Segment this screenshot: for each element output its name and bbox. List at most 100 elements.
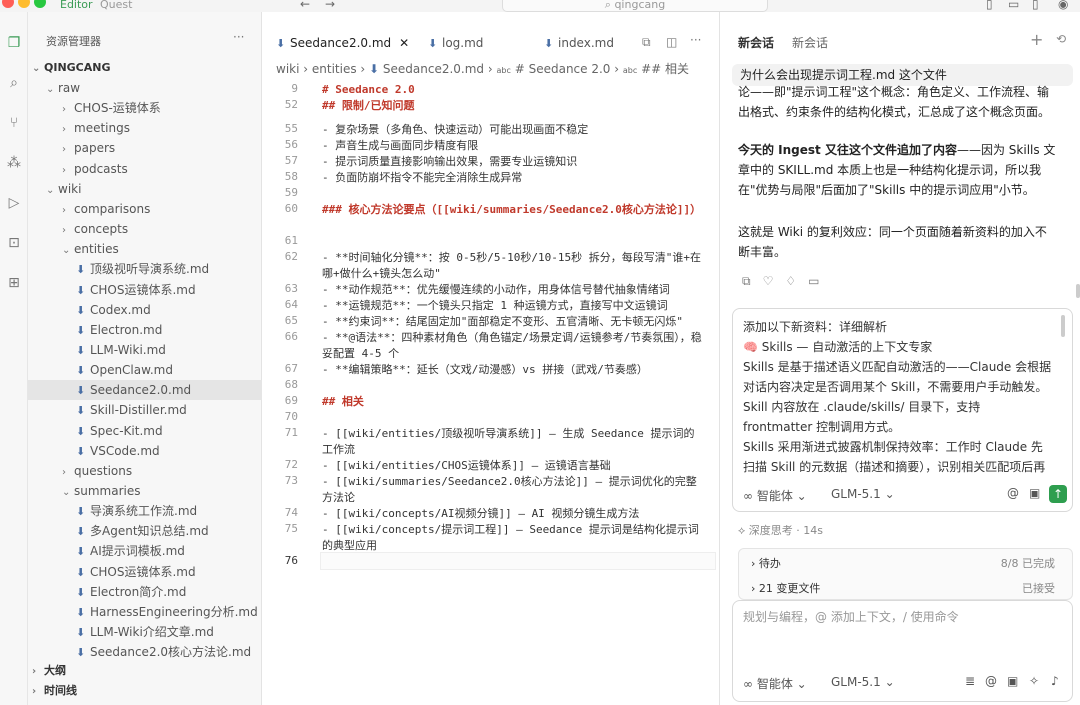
- outline-section[interactable]: › 大纲: [32, 661, 66, 681]
- file-item[interactable]: ⬇ Electron.md: [28, 320, 162, 340]
- scrollbar-thumb[interactable]: [1076, 284, 1080, 298]
- folder-item[interactable]: › comparisons: [28, 199, 150, 219]
- image-icon[interactable]: ▣: [1007, 674, 1018, 688]
- layout-toggle-icon[interactable]: ▯: [1032, 0, 1039, 11]
- mode-tab-quest[interactable]: Quest: [100, 0, 132, 11]
- thumbs-up-icon[interactable]: ♡: [763, 274, 786, 288]
- file-item[interactable]: ⬇ Skill-Distiller.md: [28, 400, 187, 420]
- remote-icon[interactable]: ⊡: [5, 234, 23, 252]
- mention-icon[interactable]: @: [1007, 486, 1019, 500]
- file-item[interactable]: ⬇ Seedance2.0核心方法论.md: [28, 642, 251, 662]
- markdown-file-icon: ⬇: [76, 626, 86, 640]
- file-item[interactable]: ⬇ LLM-Wiki.md: [28, 340, 166, 360]
- file-item[interactable]: ⬇ HarnessEngineering分析.md: [28, 602, 258, 622]
- changes-row[interactable]: › 21 变更文件 已接受: [751, 580, 1061, 596]
- close-window-button[interactable]: [2, 0, 14, 8]
- back-arrow-icon[interactable]: ←: [300, 0, 310, 11]
- folder-item[interactable]: › concepts: [28, 219, 128, 239]
- account-icon[interactable]: ◉: [1058, 0, 1068, 11]
- extensions-graph-icon[interactable]: ⁂: [5, 154, 23, 172]
- file-item[interactable]: ⬇ Seedance2.0.md: [28, 380, 262, 401]
- copy-icon[interactable]: ⧉: [742, 274, 763, 288]
- mode-selector[interactable]: ∞ 智能体 ⌄: [743, 487, 807, 504]
- split-editor-icon[interactable]: ◫: [666, 35, 677, 49]
- mention-icon[interactable]: @: [985, 674, 997, 688]
- send-button[interactable]: ↑: [1049, 485, 1067, 503]
- file-item[interactable]: ⬇ 多Agent知识总结.md: [28, 521, 209, 541]
- source-control-icon[interactable]: ⑂: [5, 114, 23, 132]
- workspace-root[interactable]: ⌄ QINGCANG: [32, 58, 111, 78]
- folder-item[interactable]: › podcasts: [28, 159, 128, 179]
- tab-seedance[interactable]: ⬇ Seedance2.0.md ✕: [276, 32, 409, 54]
- file-item[interactable]: ⬇ 导演系统工作流.md: [28, 501, 197, 521]
- file-item[interactable]: ⬇ AI提示词模板.md: [28, 541, 185, 561]
- mode-selector[interactable]: ∞ 智能体 ⌄: [743, 675, 807, 692]
- chevron-right-icon: ›: [62, 225, 66, 237]
- maximize-window-button[interactable]: [34, 0, 46, 8]
- search-icon[interactable]: ⌕: [5, 74, 23, 92]
- mode-tab-editor[interactable]: Editor: [60, 0, 93, 11]
- folder-item[interactable]: › meetings: [28, 118, 130, 138]
- open-preview-icon[interactable]: ⧉: [642, 35, 651, 50]
- tree-item-label: OpenClaw.md: [90, 363, 173, 378]
- scrollbar-thumb[interactable]: [1061, 315, 1065, 337]
- forward-arrow-icon[interactable]: →: [325, 0, 335, 11]
- folder-item[interactable]: ⌄ summaries: [28, 481, 141, 501]
- file-item[interactable]: ⬇ CHOS运镜体系.md: [28, 562, 196, 582]
- todo-row[interactable]: › 待办 8/8 已完成: [751, 555, 1061, 571]
- file-item[interactable]: ⬇ Electron简介.md: [28, 582, 186, 602]
- breadcrumb-item[interactable]: entities: [312, 62, 357, 76]
- run-debug-icon[interactable]: ▷: [5, 194, 23, 212]
- search-input[interactable]: ⌕ qingcang: [502, 0, 768, 12]
- close-icon[interactable]: ✕: [399, 36, 409, 50]
- tab-new-session[interactable]: 新会话: [792, 34, 828, 51]
- file-item[interactable]: ⬇ Spec-Kit.md: [28, 421, 163, 441]
- compose-box-draft[interactable]: 添加以下新资料：详细解析 🧠 Skills — 自动激活的上下文专家 Skill…: [732, 308, 1073, 512]
- folder-item[interactable]: ⌄ wiki: [28, 179, 81, 199]
- list-icon[interactable]: ≣: [965, 674, 975, 688]
- minimize-window-button[interactable]: [18, 0, 30, 8]
- tab-new-session-active[interactable]: 新会话: [738, 34, 774, 51]
- breadcrumb-item[interactable]: # Seedance 2.0: [515, 62, 611, 76]
- explorer-icon[interactable]: ❐: [5, 34, 23, 52]
- folder-item[interactable]: › questions: [28, 461, 132, 481]
- tab-log[interactable]: ⬇ log.md: [428, 32, 483, 54]
- file-item[interactable]: ⬇ Codex.md: [28, 300, 151, 320]
- breadcrumb-item[interactable]: wiki: [276, 62, 299, 76]
- breadcrumb: wiki › entities › ⬇ Seedance2.0.md › abc…: [276, 62, 690, 76]
- folder-item[interactable]: › CHOS-运镜体系: [28, 98, 161, 118]
- extensions-icon[interactable]: ⊞: [5, 274, 23, 292]
- tree-item-label: Skill-Distiller.md: [90, 403, 187, 418]
- tab-index[interactable]: ⬇ index.md: [544, 32, 614, 54]
- file-item[interactable]: ⬇ CHOS运镜体系.md: [28, 280, 196, 300]
- thinking-status[interactable]: ⟡ 深度思考 · 14s: [738, 522, 823, 538]
- breadcrumb-item[interactable]: ## 相关: [641, 62, 689, 76]
- sparkle-icon[interactable]: ✧: [1029, 674, 1039, 688]
- more-actions-icon[interactable]: ···: [690, 33, 701, 47]
- chevron-right-icon: ›: [62, 124, 66, 136]
- panel-toggle-icon[interactable]: ▭: [1008, 0, 1019, 11]
- image-icon[interactable]: ▣: [1029, 486, 1040, 500]
- folder-item[interactable]: › papers: [28, 138, 115, 158]
- file-item[interactable]: ⬇ 顶级视听导演系统.md: [28, 259, 209, 279]
- model-selector[interactable]: GLM-5.1 ⌄: [831, 487, 895, 501]
- sidebar-toggle-icon[interactable]: ▯: [986, 0, 993, 11]
- timeline-section[interactable]: › 时间线: [32, 681, 77, 701]
- file-item[interactable]: ⬇ VSCode.md: [28, 441, 160, 461]
- thumbs-down-icon[interactable]: ♢: [785, 274, 808, 288]
- folder-item[interactable]: ⌄ raw: [28, 78, 80, 98]
- file-item[interactable]: ⬇ LLM-Wiki介绍文章.md: [28, 622, 214, 642]
- microphone-icon[interactable]: ♪: [1051, 674, 1059, 688]
- line-text: ## 限制/已知问题: [322, 99, 415, 112]
- line-text: - [[wiki/concepts/AI视频分镜]] — AI 视频分镜生成方法: [322, 507, 640, 520]
- markdown-file-icon: ⬇: [76, 585, 86, 599]
- file-item[interactable]: ⬇ OpenClaw.md: [28, 360, 173, 380]
- compose-box[interactable]: 规划与编程，@ 添加上下文，/ 使用命令 ∞ 智能体 ⌄ GLM-5.1 ⌄ ≣…: [732, 600, 1073, 702]
- folder-item[interactable]: ⌄ entities: [28, 239, 119, 259]
- more-icon[interactable]: ···: [233, 30, 244, 44]
- history-icon[interactable]: ⟲: [1056, 32, 1066, 46]
- breadcrumb-item[interactable]: Seedance2.0.md: [383, 62, 484, 76]
- add-icon[interactable]: +: [1030, 30, 1043, 49]
- comment-icon[interactable]: ▭: [808, 274, 831, 288]
- model-selector[interactable]: GLM-5.1 ⌄: [831, 675, 895, 689]
